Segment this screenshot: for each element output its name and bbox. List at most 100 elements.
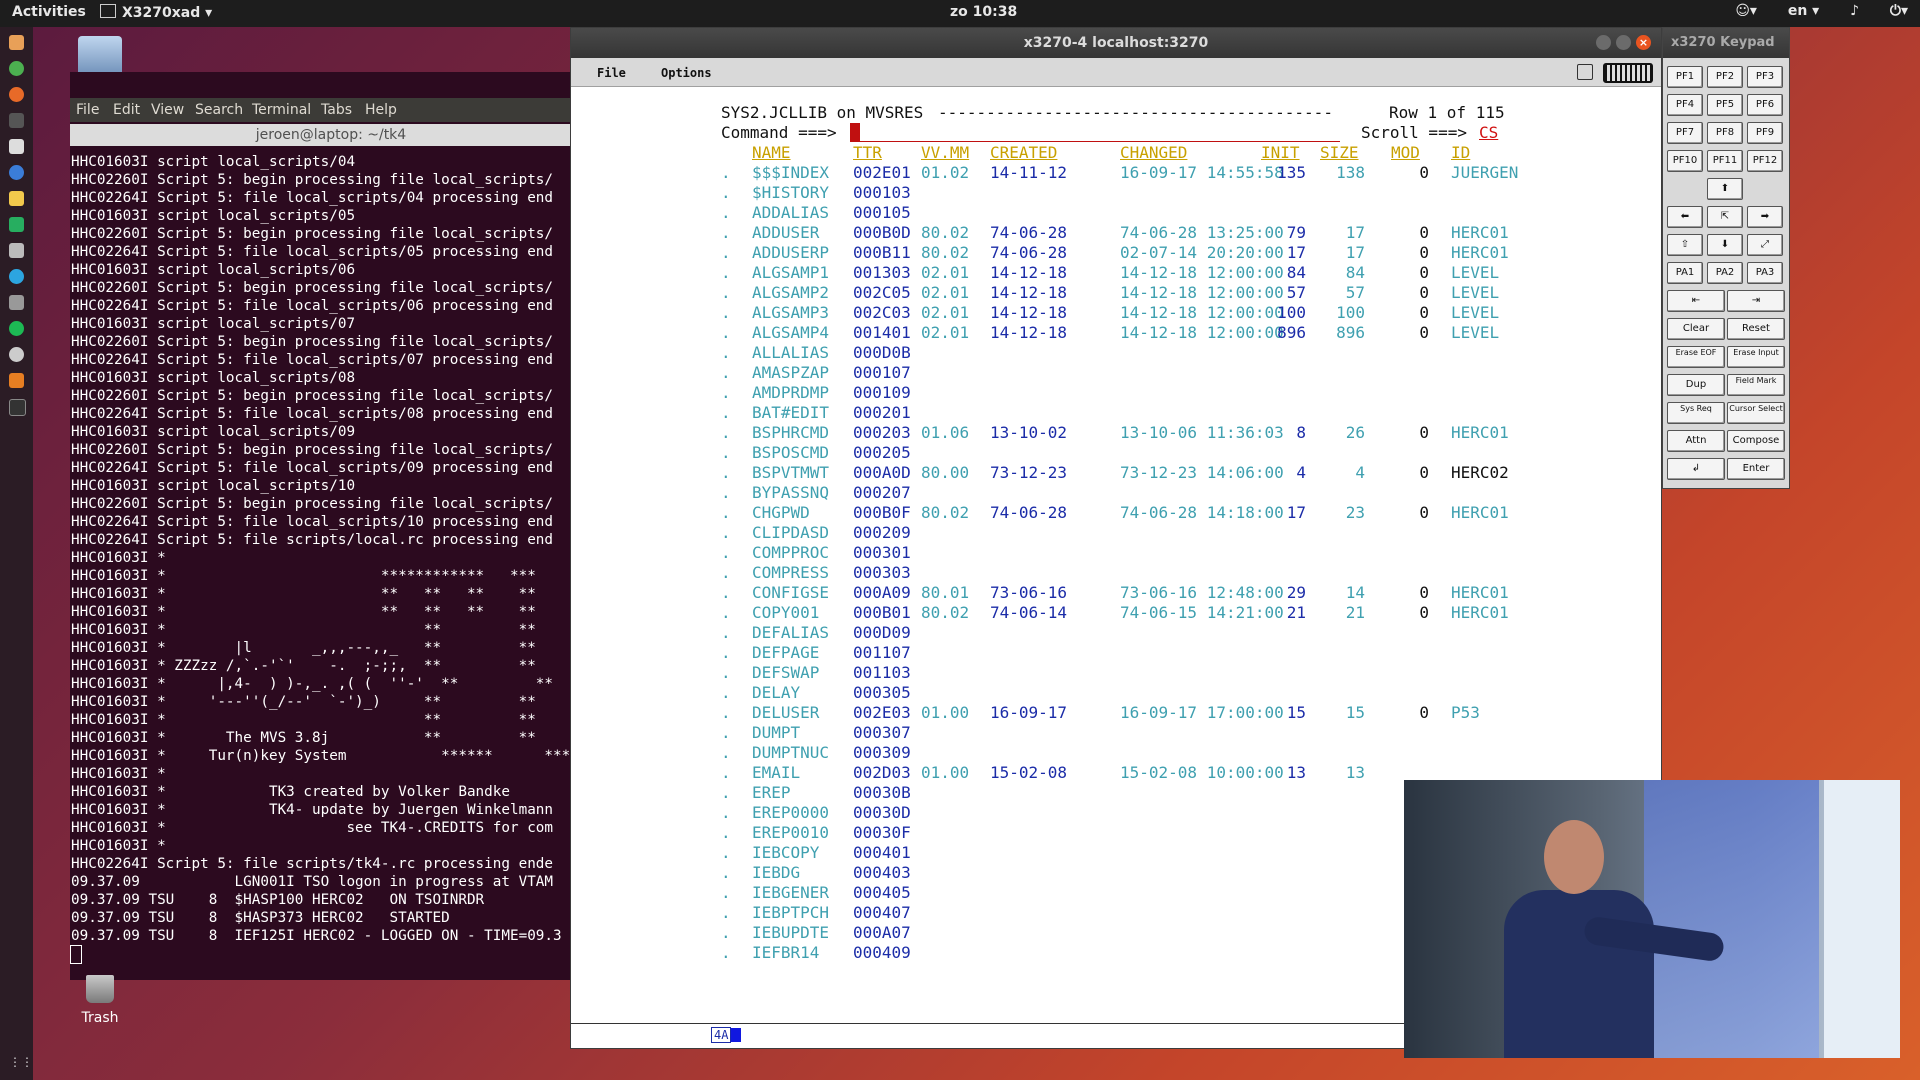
scroll-input[interactable]: CS <box>1479 123 1498 143</box>
files-icon[interactable] <box>9 35 24 50</box>
key--[interactable]: ↲ <box>1667 458 1725 480</box>
key-dup[interactable]: Dup <box>1667 374 1725 396</box>
member-row[interactable]: . AMDPRDMP 000109 <box>571 383 1661 403</box>
archive-icon[interactable] <box>9 373 24 388</box>
trash-icon[interactable] <box>78 975 122 1011</box>
member-row[interactable]: . DEFALIAS 000D09 <box>571 623 1661 643</box>
member-row[interactable]: . BSPVTMWT 000A0D 80.00 73-12-23 73-12-23 14:… <box>571 463 1661 483</box>
line-command-field[interactable]: . <box>721 863 731 883</box>
key-pf12[interactable]: PF12 <box>1747 150 1783 172</box>
key-pf7[interactable]: PF7 <box>1667 122 1703 144</box>
telegram-icon[interactable] <box>9 269 24 284</box>
line-command-field[interactable]: . <box>721 603 731 623</box>
line-command-field[interactable]: . <box>721 343 731 363</box>
line-command-field[interactable]: . <box>721 803 731 823</box>
line-command-field[interactable]: . <box>721 903 731 923</box>
firefox-icon[interactable] <box>9 87 24 102</box>
member-row[interactable]: . BSPOSCMD 000205 <box>571 443 1661 463</box>
disk-icon[interactable] <box>9 295 24 310</box>
terminal-menu-edit[interactable]: Edit <box>113 102 140 118</box>
x3270-dock-icon[interactable] <box>9 399 26 416</box>
key-pf11[interactable]: PF11 <box>1707 150 1743 172</box>
tab-key[interactable]: ⇥ <box>1727 290 1785 312</box>
clock[interactable]: zo 10:38 <box>950 4 1017 20</box>
line-command-field[interactable]: . <box>721 423 731 443</box>
key-erase-input[interactable]: Erase Input <box>1727 346 1785 368</box>
line-command-field[interactable]: . <box>721 783 731 803</box>
key-pa2[interactable]: PA2 <box>1707 262 1743 284</box>
line-command-field[interactable]: . <box>721 323 731 343</box>
system-tray[interactable]: ☺▾ en ▾ ♪ ⏻▾ <box>1709 3 1908 19</box>
terminal-menu-search[interactable]: Search <box>195 102 243 118</box>
member-row[interactable]: . DUMPT 000307 <box>571 723 1661 743</box>
show-apps-icon[interactable]: ⋮⋮ <box>9 1055 33 1070</box>
spotify-icon[interactable] <box>9 321 24 336</box>
member-row[interactable]: . CLIPDASD 000209 <box>571 523 1661 543</box>
member-row[interactable]: . CONFIGSE 000A09 80.01 73-06-16 73-06-16 12:… <box>571 583 1661 603</box>
line-command-field[interactable]: . <box>721 203 731 223</box>
x3270-menu-options[interactable]: Options <box>661 66 712 80</box>
terminal-menu-view[interactable]: View <box>151 102 184 118</box>
minimize-button[interactable] <box>1596 35 1611 50</box>
line-command-field[interactable]: . <box>721 183 731 203</box>
key-enter[interactable]: Enter <box>1727 458 1785 480</box>
key-pa3[interactable]: PA3 <box>1747 262 1783 284</box>
cursor-blink-key[interactable]: ⤢ <box>1747 234 1783 256</box>
line-command-field[interactable]: . <box>721 943 731 963</box>
x3270-keypad[interactable]: x3270 Keypad PF1 PF2 PF3 PF4 PF5 PF6 PF7 PF8 PF9… <box>1662 27 1790 489</box>
key-pf10[interactable]: PF10 <box>1667 150 1703 172</box>
lock-icon[interactable] <box>1577 64 1593 80</box>
line-command-field[interactable]: . <box>721 623 731 643</box>
line-command-field[interactable]: . <box>721 383 731 403</box>
line-command-field[interactable]: . <box>721 923 731 943</box>
member-row[interactable]: . AMASPZAP 000107 <box>571 363 1661 383</box>
line-command-field[interactable]: . <box>721 163 731 183</box>
line-command-field[interactable]: . <box>721 743 731 763</box>
accessibility-icon[interactable]: ☺▾ <box>1735 3 1757 19</box>
line-command-field[interactable]: . <box>721 443 731 463</box>
cursor-left-key[interactable]: ⬅ <box>1667 206 1703 228</box>
member-row[interactable]: . COPY001 000B01 80.02 74-06-14 74-06-15 14:2… <box>571 603 1661 623</box>
key-compose[interactable]: Compose <box>1727 430 1785 452</box>
settings-icon[interactable] <box>9 347 24 362</box>
image-icon[interactable] <box>9 243 24 258</box>
cursor-down-key[interactable]: ⬇ <box>1707 234 1743 256</box>
line-command-field[interactable]: . <box>721 683 731 703</box>
member-row[interactable]: . $$$INDEX 002E01 01.02 14-11-12 16-09-17 14:… <box>571 163 1661 183</box>
key-pf4[interactable]: PF4 <box>1667 94 1703 116</box>
member-row[interactable]: . ADDALIAS 000105 <box>571 203 1661 223</box>
key-clear[interactable]: Clear <box>1667 318 1725 340</box>
key-sys-req[interactable]: Sys Req <box>1667 402 1725 424</box>
member-row[interactable]: . ALLALIAS 000D0B <box>571 343 1661 363</box>
line-command-field[interactable]: . <box>721 283 731 303</box>
key-pf3[interactable]: PF3 <box>1747 66 1783 88</box>
key-pf6[interactable]: PF6 <box>1747 94 1783 116</box>
terminal-menu-help[interactable]: Help <box>365 102 397 118</box>
key-pf1[interactable]: PF1 <box>1667 66 1703 88</box>
network-icon[interactable] <box>9 165 24 180</box>
member-row[interactable]: . DEFSWAP 001103 <box>571 663 1661 683</box>
terminal-window[interactable]: File Edit View Search Terminal Tabs Help… <box>70 72 592 980</box>
line-command-field[interactable]: . <box>721 723 731 743</box>
member-row[interactable]: . ALGSAMP4 001401 02.01 14-12-18 14-12-18 12:… <box>571 323 1661 343</box>
member-row[interactable]: . $HISTORY 000103 <box>571 183 1661 203</box>
line-command-field[interactable]: . <box>721 883 731 903</box>
chrome-icon[interactable] <box>9 61 24 76</box>
app-menu[interactable]: X3270xad ▾ <box>100 4 212 21</box>
terminal-menu-file[interactable]: File <box>76 102 99 118</box>
activities-button[interactable]: Activities <box>12 4 86 20</box>
member-row[interactable]: . ADDUSERP 000B11 80.02 74-06-28 02-07-14 20:… <box>571 243 1661 263</box>
member-row[interactable]: . ADDUSER 000B0D 80.02 74-06-28 74-06-28 13:2… <box>571 223 1661 243</box>
key-pa1[interactable]: PA1 <box>1667 262 1703 284</box>
member-row[interactable]: . COMPPROC 000301 <box>571 543 1661 563</box>
home-folder-icon[interactable] <box>78 36 122 76</box>
line-command-field[interactable]: . <box>721 463 731 483</box>
member-row[interactable]: . DUMPTNUC 000309 <box>571 743 1661 763</box>
line-command-field[interactable]: . <box>721 363 731 383</box>
maximize-button[interactable] <box>1616 35 1631 50</box>
line-command-field[interactable]: . <box>721 483 731 503</box>
key-cursor-select[interactable]: Cursor Select <box>1727 402 1785 424</box>
x3270-menu-file[interactable]: File <box>597 66 626 80</box>
line-command-field[interactable]: . <box>721 523 731 543</box>
cursor-up-key[interactable]: ⬆ <box>1707 178 1743 200</box>
